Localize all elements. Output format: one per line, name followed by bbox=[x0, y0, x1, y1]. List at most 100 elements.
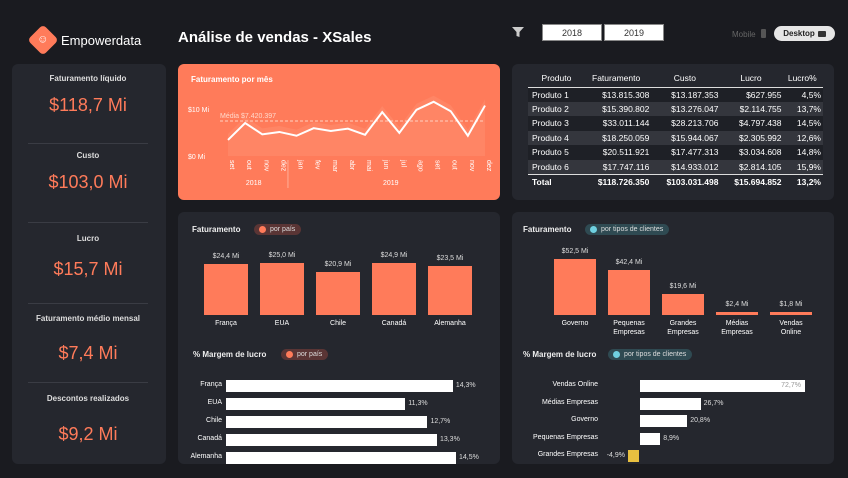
country-pill[interactable]: por país bbox=[254, 224, 302, 235]
cell: $18.250.059 bbox=[582, 130, 652, 145]
data-label: 13,3% bbox=[439, 436, 460, 443]
divider bbox=[28, 303, 148, 304]
country-margin-pill[interactable]: por país bbox=[281, 349, 329, 360]
monthly-line-chart[interactable]: $10 Mi $0 Mi Média $7.420.397 set out nov dez j… bbox=[178, 64, 500, 200]
data-label: $20,9 Mi bbox=[324, 260, 352, 268]
y-tick-label: $10 Mi bbox=[188, 107, 209, 114]
month-tick-label: mai bbox=[365, 160, 372, 172]
table-row[interactable]: Produto 4 $18.250.059 $15.944.067 $2.305.99… bbox=[528, 130, 823, 145]
bar bbox=[428, 266, 472, 315]
cell: $2.114.755 bbox=[720, 101, 784, 116]
client-faturamento-title: Faturamento bbox=[523, 225, 572, 234]
cell: 14,8% bbox=[783, 145, 823, 160]
table-row[interactable]: Produto 1 $13.815.308 $13.187.353 $627.955 4… bbox=[528, 87, 823, 102]
cell: 13,7% bbox=[783, 101, 823, 116]
cell: $20.511.921 bbox=[582, 145, 652, 160]
location-icon bbox=[286, 351, 293, 358]
bar bbox=[316, 271, 360, 315]
y-tick-label: $0 Mi bbox=[188, 154, 206, 161]
cell: Produto 5 bbox=[528, 145, 583, 160]
col-header-lucro[interactable]: Lucro bbox=[720, 70, 783, 87]
data-label: $19,6 Mi bbox=[669, 283, 697, 291]
category-label: Alemanha bbox=[434, 320, 466, 327]
data-label: $2,4 Mi bbox=[725, 301, 749, 308]
mobile-icon[interactable] bbox=[761, 29, 766, 38]
cell: Total bbox=[528, 173, 583, 189]
cell: $13.187.353 bbox=[651, 87, 721, 102]
year-label: 2019 bbox=[383, 180, 399, 187]
category-label: EUA bbox=[207, 399, 222, 406]
cell: $103.031.498 bbox=[651, 173, 721, 189]
data-label: 8,9% bbox=[663, 434, 680, 442]
cell: $2.305.992 bbox=[720, 130, 784, 145]
kpi-lucro: Lucro $15,7 Mi bbox=[12, 234, 164, 280]
cell: $118.726.350 bbox=[582, 173, 652, 189]
cell: 15,9% bbox=[783, 159, 823, 174]
category-label: Pequenas Empresas bbox=[533, 433, 598, 441]
month-tick-label: dez bbox=[279, 160, 286, 172]
year-filter-2018[interactable]: 2018 bbox=[542, 24, 602, 41]
data-label: 72,7% bbox=[781, 382, 801, 389]
cell: Produto 6 bbox=[528, 159, 583, 174]
bar bbox=[640, 432, 661, 445]
bar bbox=[204, 264, 248, 315]
year-filter-2019[interactable]: 2019 bbox=[604, 24, 664, 41]
filter-icon[interactable] bbox=[512, 26, 524, 38]
client-margin-pill[interactable]: por tipos de clientes bbox=[608, 349, 693, 360]
month-tick-label: set bbox=[434, 160, 441, 169]
location-icon bbox=[259, 226, 266, 233]
kpi-value: $15,7 Mi bbox=[53, 259, 123, 279]
kpi-value: $118,7 Mi bbox=[49, 95, 127, 115]
table-row[interactable]: Produto 3 $33.011.144 $28.213.706 $4.797.43… bbox=[528, 116, 823, 131]
cell: $4.797.438 bbox=[720, 116, 784, 131]
table-row[interactable]: Produto 2 $15.390.802 $13.276.047 $2.114.75… bbox=[528, 101, 823, 116]
logo-text: Empowerdata bbox=[61, 32, 142, 48]
cell: $28.213.706 bbox=[651, 116, 721, 131]
data-label: $1,8 Mi bbox=[779, 301, 803, 308]
month-tick-label: jan bbox=[297, 159, 304, 169]
client-pill[interactable]: por tipos de clientes bbox=[585, 224, 670, 235]
col-header-faturamento[interactable]: Faturamento bbox=[583, 70, 652, 87]
bar bbox=[608, 269, 650, 315]
desktop-label: Desktop bbox=[783, 29, 815, 38]
month-tick-label: out bbox=[245, 160, 252, 170]
mobile-label[interactable]: Mobile bbox=[732, 30, 756, 39]
data-label: 11,3% bbox=[408, 400, 428, 407]
bar bbox=[226, 452, 456, 464]
pill-label: por país bbox=[270, 226, 296, 233]
country-faturamento-title: Faturamento bbox=[192, 225, 241, 234]
bar bbox=[770, 312, 812, 315]
col-header-lucro-pct[interactable]: Lucro% bbox=[784, 70, 823, 87]
data-label: $52,5 Mi bbox=[561, 248, 589, 255]
table-row[interactable]: Produto 5 $20.511.921 $17.477.313 $3.034.60… bbox=[528, 145, 823, 160]
cell: Produto 3 bbox=[528, 116, 583, 131]
month-tick-label: ago bbox=[416, 160, 423, 172]
cell: $14.933.012 bbox=[651, 159, 721, 174]
month-tick-label: abr bbox=[348, 160, 355, 171]
desktop-toggle[interactable]: Desktop bbox=[774, 26, 835, 41]
kpi-custo: Custo $103,0 Mi bbox=[12, 151, 164, 193]
kpi-value: $7,4 Mi bbox=[58, 343, 118, 363]
cell: $13.815.308 bbox=[582, 87, 652, 102]
cell: $2.814.105 bbox=[720, 159, 784, 174]
divider bbox=[28, 222, 148, 223]
data-label: 14,3% bbox=[455, 382, 476, 389]
col-header-produto[interactable]: Produto bbox=[528, 70, 583, 87]
table-row[interactable]: Produto 6 $17.747.116 $14.933.012 $2.814.10… bbox=[528, 159, 823, 174]
category-label: Canadá bbox=[197, 435, 222, 442]
bar bbox=[640, 415, 688, 427]
cell: $15.694.852 bbox=[720, 173, 784, 189]
data-label: -4,9% bbox=[606, 452, 625, 459]
average-label: Média $7.420.397 bbox=[220, 113, 276, 120]
category-label: Online bbox=[780, 329, 802, 336]
data-label: $23,5 Mi bbox=[436, 255, 464, 263]
col-header-custo[interactable]: Custo bbox=[651, 70, 720, 87]
table-total-row: Total $118.726.350 $103.031.498 $15.694.852… bbox=[528, 173, 823, 189]
cell: 4,5% bbox=[783, 87, 823, 102]
cell: $15.944.067 bbox=[651, 130, 721, 145]
country-margin-title: % Margem de lucro bbox=[193, 350, 267, 359]
kpi-label: Lucro bbox=[76, 234, 100, 243]
kpi-value: $103,0 Mi bbox=[48, 172, 128, 192]
bar bbox=[226, 380, 453, 392]
cell: $627.955 bbox=[720, 87, 784, 102]
